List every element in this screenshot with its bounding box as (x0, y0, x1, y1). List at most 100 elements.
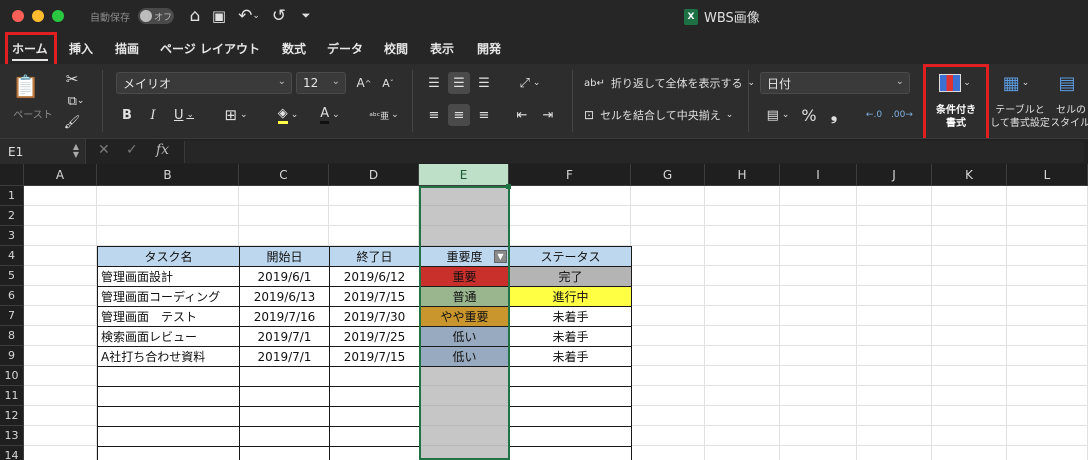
cell[interactable] (419, 426, 509, 446)
cell[interactable] (1007, 386, 1088, 406)
cell[interactable] (24, 446, 97, 460)
status-cell[interactable]: 未着手 (509, 326, 632, 347)
cell[interactable] (1007, 306, 1088, 326)
cell[interactable] (705, 426, 780, 446)
row-header-1[interactable]: 1 (0, 186, 24, 206)
cell[interactable] (1007, 266, 1088, 286)
status-cell[interactable]: 未着手 (509, 306, 632, 327)
filter-dropdown-icon[interactable]: ▼ (494, 250, 507, 263)
percent-icon[interactable]: % (798, 104, 820, 126)
table-empty-cell[interactable] (97, 426, 240, 447)
cell[interactable] (631, 206, 705, 226)
cell[interactable] (705, 326, 780, 346)
column-header-j[interactable]: J (857, 164, 932, 186)
cell[interactable] (97, 226, 239, 246)
format-painter-icon[interactable]: 🖌 (62, 112, 82, 132)
cell[interactable] (1007, 406, 1088, 426)
row-header-3[interactable]: 3 (0, 226, 24, 246)
cell[interactable] (780, 286, 857, 306)
cell[interactable] (24, 186, 97, 206)
table-empty-cell[interactable] (97, 446, 240, 460)
row-header-5[interactable]: 5 (0, 266, 24, 286)
row-header-7[interactable]: 7 (0, 306, 24, 326)
start-date-cell[interactable]: 2019/7/16 (239, 306, 330, 327)
end-date-cell[interactable]: 2019/7/25 (329, 326, 420, 347)
cell[interactable] (932, 326, 1007, 346)
cell[interactable] (329, 186, 419, 206)
table-empty-cell[interactable] (509, 406, 632, 427)
cell[interactable] (1007, 246, 1088, 266)
cell[interactable] (780, 306, 857, 326)
cell[interactable] (1007, 366, 1088, 386)
align-right-icon[interactable]: ≡ (474, 104, 494, 126)
cell[interactable] (24, 386, 97, 406)
cell[interactable] (24, 266, 97, 286)
cell[interactable] (780, 326, 857, 346)
cell[interactable] (419, 406, 509, 426)
priority-cell[interactable]: 重要 (419, 266, 510, 287)
row-header-14[interactable]: 14 (0, 446, 24, 460)
cell[interactable] (705, 406, 780, 426)
table-empty-cell[interactable] (509, 386, 632, 407)
cell[interactable] (97, 186, 239, 206)
align-center-icon[interactable]: ≡ (448, 104, 470, 126)
status-cell[interactable]: 完了 (509, 266, 632, 287)
decrease-indent-icon[interactable]: ⇤ (512, 104, 532, 126)
table-empty-cell[interactable] (509, 366, 632, 387)
end-date-cell[interactable]: 2019/7/30 (329, 306, 420, 327)
close-window-button[interactable] (12, 10, 24, 22)
undo-icon[interactable]: ↶ ⌄ (234, 4, 264, 28)
cell[interactable] (239, 226, 329, 246)
column-header-e[interactable]: E (419, 164, 509, 186)
row-header-8[interactable]: 8 (0, 326, 24, 346)
row-header-13[interactable]: 13 (0, 426, 24, 446)
cell[interactable] (419, 366, 509, 386)
cell[interactable] (631, 426, 705, 446)
cell[interactable] (631, 346, 705, 366)
cell[interactable] (239, 206, 329, 226)
cell[interactable] (631, 266, 705, 286)
cell[interactable] (932, 306, 1007, 326)
cell[interactable] (705, 206, 780, 226)
table-header-cell[interactable]: ステータス (509, 246, 632, 267)
cell[interactable] (780, 446, 857, 460)
wrap-text-button[interactable]: ab↵ 折り返して全体を表示する ⌄ (584, 72, 755, 94)
cell[interactable] (705, 266, 780, 286)
end-date-cell[interactable]: 2019/7/15 (329, 346, 420, 367)
cell[interactable] (419, 226, 509, 246)
table-header-cell[interactable]: 開始日 (239, 246, 330, 267)
cell[interactable] (780, 386, 857, 406)
cell[interactable] (857, 386, 932, 406)
cancel-icon[interactable]: ✕ (98, 142, 110, 158)
table-empty-cell[interactable] (329, 426, 420, 447)
cell[interactable] (857, 286, 932, 306)
orientation-icon[interactable]: ⤢ ⌄ (512, 72, 548, 94)
cell[interactable] (780, 346, 857, 366)
cell[interactable] (24, 406, 97, 426)
priority-cell[interactable]: やや重要 (419, 306, 510, 327)
cell[interactable] (419, 186, 509, 206)
copy-icon[interactable]: ⧉ ⌄ (60, 90, 92, 112)
column-header-c[interactable]: C (239, 164, 329, 186)
decrease-font-icon[interactable]: Aˇ (378, 72, 398, 94)
task-name-cell[interactable]: 管理画面設計 (97, 266, 240, 287)
tab-insert[interactable]: 挿入 (69, 40, 93, 57)
borders-icon[interactable]: ⊞ ⌄ (218, 104, 254, 126)
start-date-cell[interactable]: 2019/7/1 (239, 326, 330, 347)
cell[interactable] (1007, 286, 1088, 306)
cell[interactable] (705, 366, 780, 386)
cell[interactable] (857, 426, 932, 446)
table-header-cell[interactable]: タスク名 (97, 246, 240, 267)
cell[interactable] (780, 206, 857, 226)
tab-review[interactable]: 校閲 (384, 40, 408, 57)
table-empty-cell[interactable] (329, 366, 420, 387)
font-size-combo[interactable]: 12 ⌄ (296, 72, 346, 94)
cell[interactable] (97, 206, 239, 226)
cell[interactable] (631, 366, 705, 386)
cut-icon[interactable]: ✂ (62, 68, 82, 90)
save-icon[interactable]: ▣ (208, 4, 230, 28)
table-empty-cell[interactable] (509, 426, 632, 447)
phonetic-icon[interactable]: ᵃᵇᶜ亜 ⌄ (364, 104, 404, 126)
selection-fill-handle[interactable] (506, 184, 511, 189)
tab-draw[interactable]: 描画 (115, 40, 139, 57)
